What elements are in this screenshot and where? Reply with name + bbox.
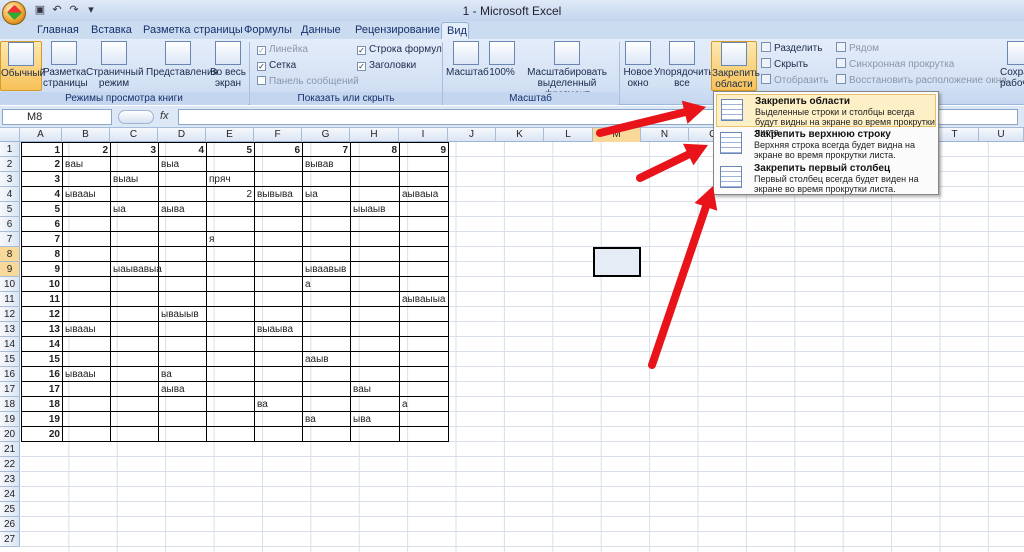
arrow-head-icon [681, 100, 706, 124]
red-arrow [596, 108, 689, 137]
office-button[interactable] [2, 1, 26, 25]
annotation-arrows [596, 100, 718, 369]
red-arrow [648, 202, 710, 369]
office-logo-icon [6, 4, 23, 21]
red-arrow [636, 150, 693, 182]
